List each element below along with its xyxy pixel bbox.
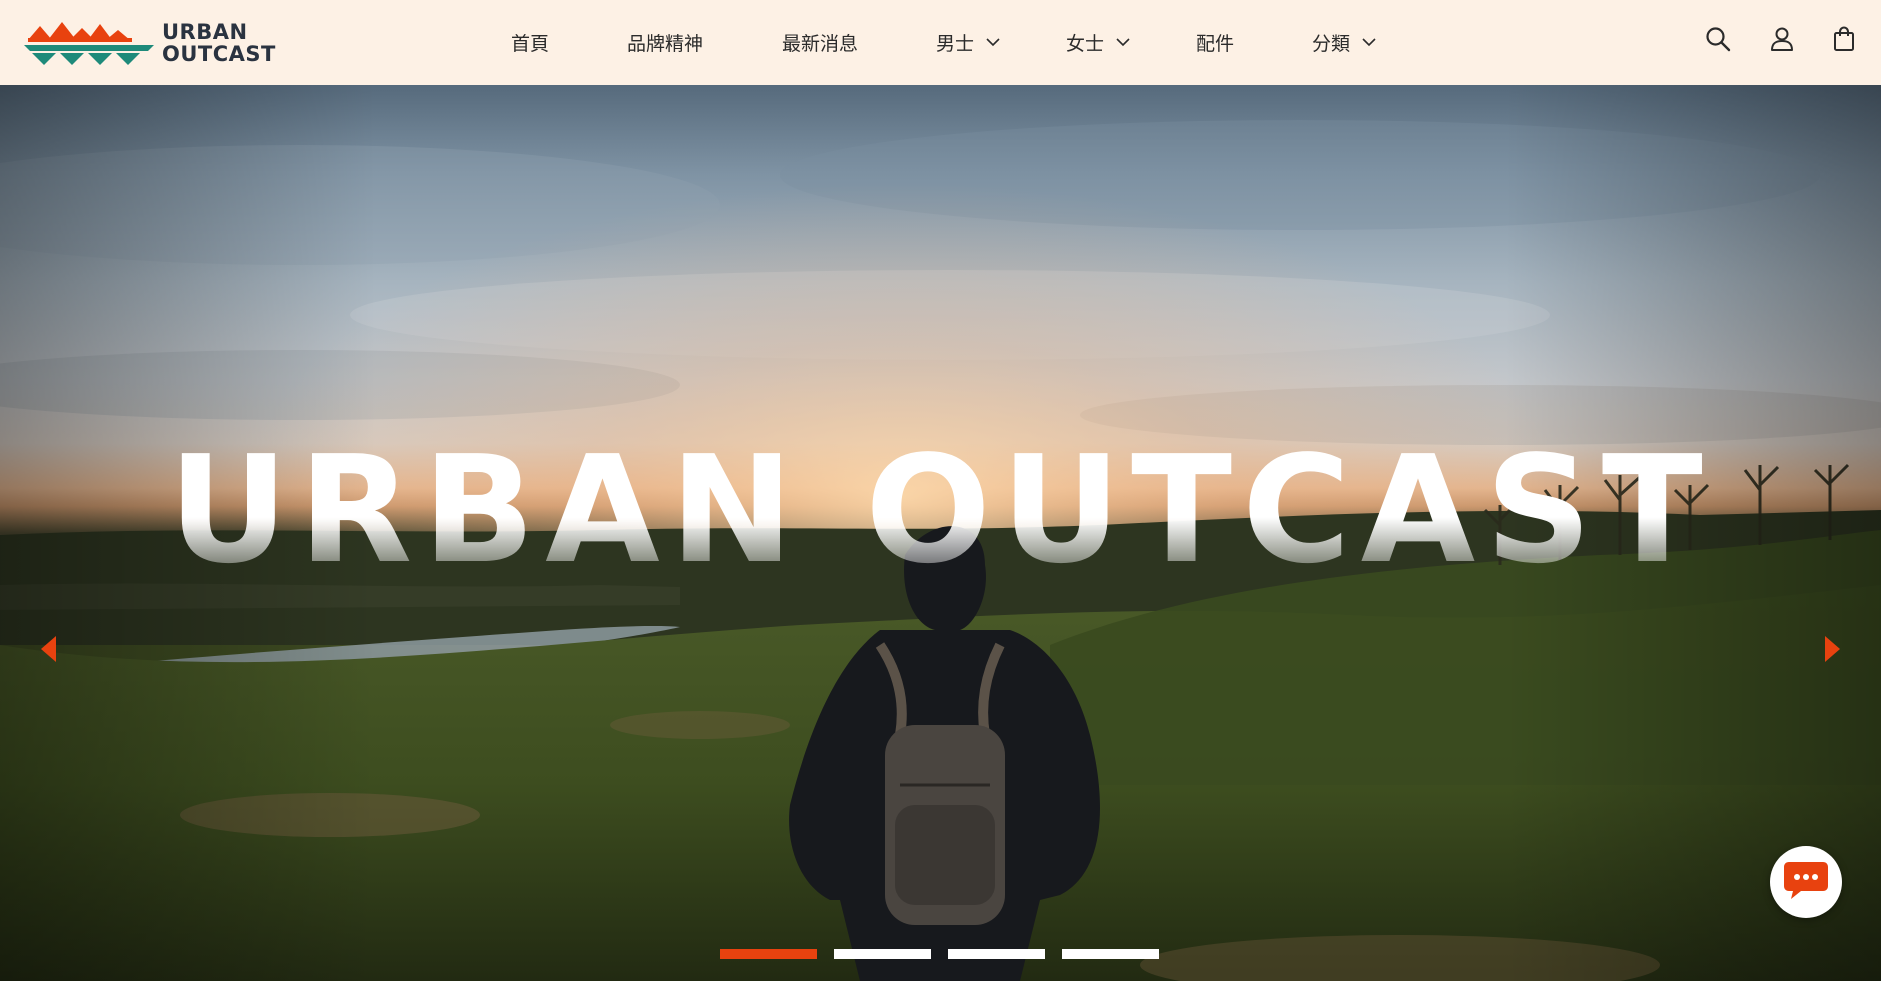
nav-item-label: 最新消息 — [782, 32, 859, 55]
chevron-down-icon — [1116, 37, 1130, 47]
slide-dot-4[interactable] — [1062, 949, 1159, 959]
chevron-down-icon — [1362, 37, 1376, 47]
nav-item-label: 女士 — [1066, 32, 1105, 55]
nav-item-label: 品牌精神 — [627, 32, 704, 55]
nav-item-women[interactable]: 女士 — [1066, 28, 1130, 56]
nav-item-label: 男士 — [936, 32, 975, 55]
nav-item-label: 配件 — [1196, 32, 1235, 55]
main-nav: 首頁 品牌精神 最新消息 男士 女士 配件 分類 — [0, 0, 1881, 85]
arrow-right-icon[interactable] — [1818, 629, 1848, 669]
slide-dot-1[interactable] — [720, 949, 817, 959]
nav-item-brand-spirit[interactable]: 品牌精神 — [627, 28, 703, 56]
chevron-down-icon — [986, 37, 1000, 47]
nav-item-categories[interactable]: 分類 — [1312, 28, 1376, 56]
chat-bubble-icon — [1783, 860, 1829, 904]
hero-banner: URBAN OUTCAST — [0, 85, 1881, 981]
nav-item-label: 分類 — [1312, 32, 1351, 55]
nav-item-news[interactable]: 最新消息 — [782, 28, 858, 56]
nav-item-men[interactable]: 男士 — [936, 28, 1000, 56]
arrow-left-icon[interactable] — [33, 629, 63, 669]
nav-item-home[interactable]: 首頁 — [511, 28, 549, 56]
nav-item-label: 首頁 — [511, 32, 550, 55]
site-header: URBAN OUTCAST 首頁 品牌精神 最新消息 男士 女士 配件 分類 — [0, 0, 1881, 85]
nav-item-accessories[interactable]: 配件 — [1196, 28, 1234, 56]
slide-dot-2[interactable] — [834, 949, 931, 959]
hero-landscape-image — [0, 85, 1881, 981]
account-icon[interactable] — [1767, 24, 1797, 54]
search-icon[interactable] — [1703, 24, 1733, 54]
chat-button[interactable] — [1770, 846, 1842, 918]
cart-icon[interactable] — [1829, 24, 1859, 54]
slide-dot-3[interactable] — [948, 949, 1045, 959]
slide-indicators — [720, 949, 1159, 959]
